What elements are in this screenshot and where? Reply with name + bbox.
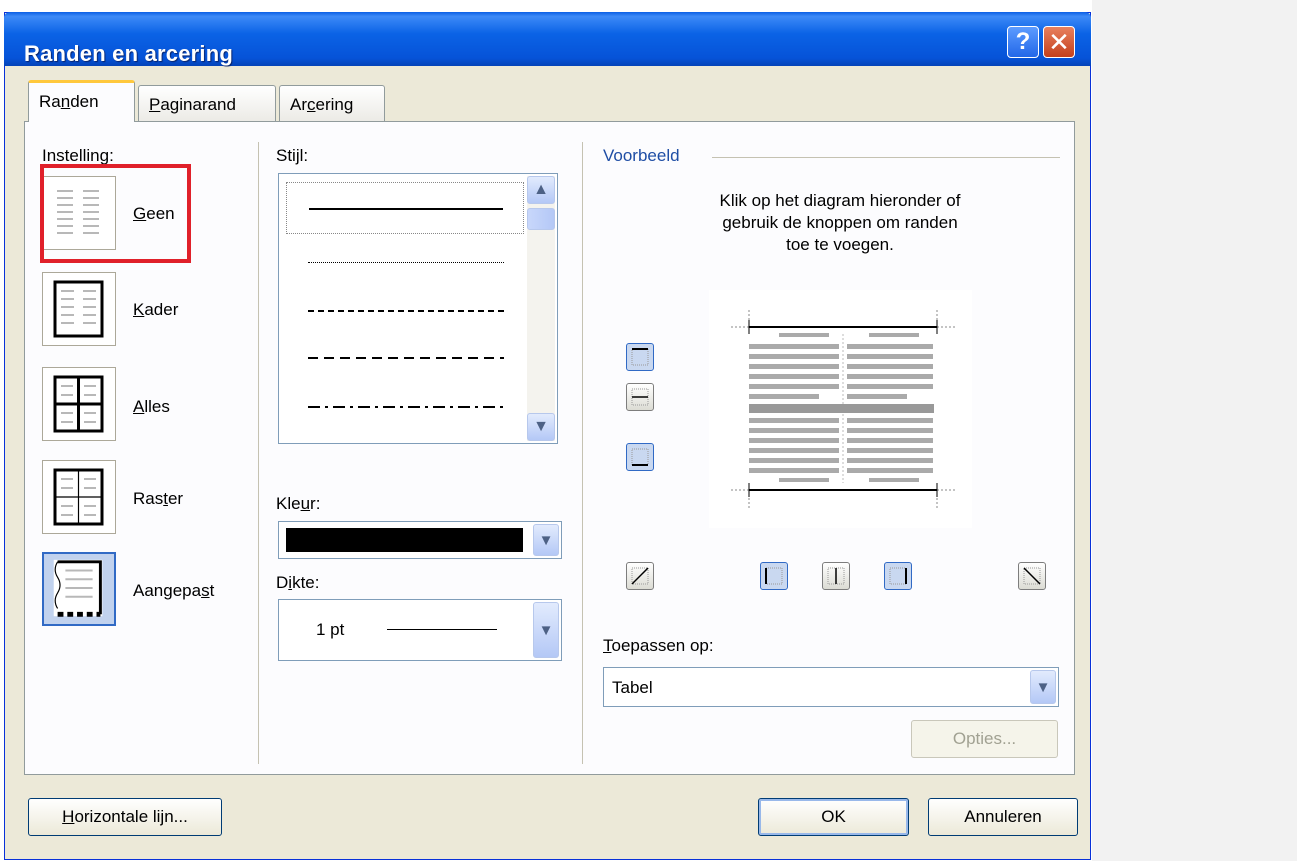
left-border-icon[interactable] [760,562,788,590]
width-label-text: kte: [292,573,320,592]
tab-paginarand[interactable]: Paginarand [138,85,276,121]
apply-to-dropdown[interactable]: Tabel ▼ [603,667,1059,707]
window-title: Randen en arcering [24,41,233,66]
help-button[interactable]: ? [1007,26,1039,58]
apply-to-label: Toepassen op: [603,636,714,656]
setting-custom-icon[interactable] [42,552,116,626]
setting-label-text: er [167,489,184,508]
ok-button[interactable]: OK [758,798,909,836]
tab-label: den [70,92,99,111]
style-label: Stijl: [276,146,308,166]
tab-label: aginarand [160,95,236,114]
style-label-text: Sti [276,146,296,165]
setting-label-text: lles [144,397,170,416]
style-option-small-dash[interactable] [286,284,524,336]
column-separator [582,142,583,764]
width-label: Dikte: [276,573,319,593]
preview-instructions: Klik op het diagram hieronder of gebruik… [640,190,1040,256]
scroll-up-icon[interactable]: ▲ [527,176,555,204]
setting-label-text: Ras [133,489,164,508]
preview-diagram-graphic [731,310,957,508]
color-dropdown[interactable]: ▼ [278,521,562,559]
preview-heading-line [712,157,1060,158]
background-strip [1092,0,1297,861]
apply-to-value: Tabel [612,678,653,697]
tab-label-accesskey: c [307,95,316,114]
setting-all-label[interactable]: Alles [133,397,170,417]
setting-box-icon[interactable] [42,272,116,346]
tab-label: Ra [39,92,61,111]
color-label-text: Kle [276,494,301,513]
style-scrollbar[interactable]: ▲ ▼ [527,176,555,441]
width-dropdown[interactable]: 1 pt ▼ [278,599,562,661]
inside-vertical-border-icon[interactable] [822,562,850,590]
tab-label: Ar [290,95,307,114]
close-button[interactable]: ✕ [1043,26,1075,58]
inside-horizontal-border-icon[interactable] [626,383,654,411]
color-label-accesskey: u [300,494,311,513]
setting-label-accesskey: s [201,581,210,600]
style-option-dash-dot[interactable] [286,381,524,433]
dash-dot-line [308,406,504,408]
width-label-text: D [276,573,289,592]
chevron-down-icon[interactable]: ▼ [533,602,559,658]
width-value: 1 pt [316,620,345,639]
dash-line [308,357,504,359]
scroll-down-icon[interactable]: ▼ [527,413,555,441]
instructions-line: Klik op het diagram hieronder of [719,191,961,210]
tab-label-accesskey: n [60,92,71,111]
style-option-dotted[interactable] [286,236,524,288]
diagonal-up-border-icon[interactable] [626,562,654,590]
button-accesskey: H [62,807,75,826]
button-label: orizontale lijn... [74,807,188,826]
top-border-icon[interactable] [626,343,654,371]
instructions-line: gebruik de knoppen om randen [722,213,958,232]
tab-label-accesskey: P [149,95,161,114]
setting-box-label[interactable]: Kader [133,300,178,320]
tab-randen[interactable]: Randen [28,80,135,122]
setting-grid-icon[interactable] [42,460,116,534]
scroll-thumb[interactable] [527,208,555,230]
cancel-button[interactable]: Annuleren [928,798,1078,836]
preview-heading: Voorbeeld [603,146,680,165]
diagonal-down-border-icon[interactable] [1018,562,1046,590]
tab-arcering[interactable]: Arcering [279,85,385,121]
setting-all-icon[interactable] [42,367,116,441]
settings-heading: Instelling: [42,146,114,165]
horizontal-line-button[interactable]: Horizontale lijn... [28,798,222,836]
color-swatch [286,528,523,552]
width-sample-line [387,629,497,630]
bottom-border-icon[interactable] [626,443,654,471]
setting-grid-label[interactable]: Raster [133,489,183,509]
title-bar[interactable]: Randen en arcering [4,12,1091,66]
column-separator [258,142,259,764]
setting-custom-label[interactable]: Aangepast [133,581,214,601]
tab-label: ering [315,95,354,114]
apply-to-label-accesskey: T [603,636,612,655]
setting-label-accesskey: K [133,300,145,319]
style-option-solid[interactable] [286,182,524,234]
right-border-icon[interactable] [884,562,912,590]
options-button[interactable]: Opties... [911,720,1058,758]
highlight-annotation [40,164,191,263]
setting-label-text: t [209,581,215,600]
instructions-line: toe te voegen. [786,235,894,254]
chevron-down-icon[interactable]: ▼ [533,524,559,556]
style-listbox[interactable]: ▲ ▼ [278,173,558,444]
setting-label-accesskey: A [133,397,145,416]
style-option-dash[interactable] [286,332,524,384]
chevron-down-icon[interactable]: ▼ [1030,670,1056,704]
color-label: Kleur: [276,494,320,514]
style-label-text: l: [299,146,309,165]
setting-label-text: Aangepa [133,581,202,600]
setting-label-text: ader [144,300,179,319]
apply-to-label-text: oepassen op: [611,636,714,655]
preview-diagram[interactable] [709,290,972,528]
color-label-text: r: [310,494,321,513]
